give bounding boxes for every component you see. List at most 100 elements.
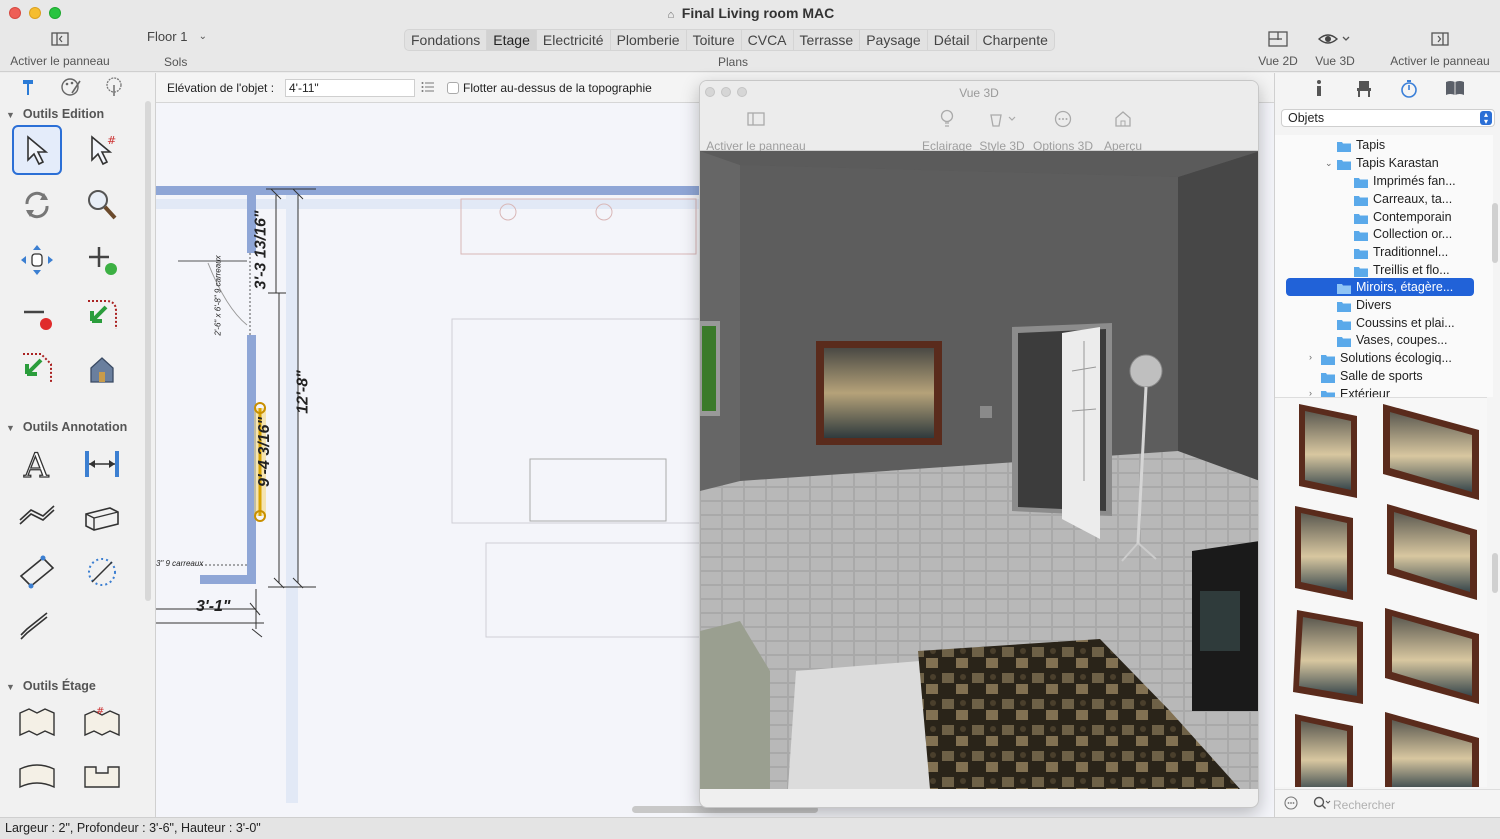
tree-item-salle-sports[interactable]: Salle de sports: [1321, 368, 1423, 385]
rectangle-tool[interactable]: [12, 547, 62, 597]
pan-tool[interactable]: [12, 235, 62, 285]
tree-item-solutions[interactable]: Solutions écologiq...: [1321, 350, 1452, 367]
tab-toiture[interactable]: Toiture: [687, 30, 742, 50]
tab-terrasse[interactable]: Terrasse: [794, 30, 861, 50]
more-options-icon[interactable]: [1284, 796, 1298, 813]
section-annotation-tools[interactable]: ▼ Outils Annotation: [6, 420, 127, 434]
floor-tool[interactable]: [12, 697, 62, 747]
thumbnail-framed-picture[interactable]: [1293, 712, 1355, 787]
book-icon[interactable]: [1445, 79, 1465, 100]
more-options-icon: [1030, 107, 1096, 131]
palette-icon[interactable]: [60, 77, 82, 100]
tab-paysage[interactable]: Paysage: [860, 30, 928, 50]
thumbnail-framed-picture[interactable]: [1383, 710, 1481, 787]
tree-item-vases[interactable]: Vases, coupes...: [1337, 332, 1448, 349]
toggle-left-panel-button[interactable]: Activer le panneau: [6, 28, 114, 68]
tree-item-contemporain[interactable]: Contemporain: [1354, 209, 1452, 226]
preview-button[interactable]: Aperçu: [1100, 107, 1146, 153]
view-2d-button[interactable]: Vue 2D: [1254, 28, 1302, 68]
rectangle-dots-icon: [19, 555, 55, 589]
box-tool[interactable]: [77, 492, 127, 542]
thumbnail-framed-picture[interactable]: [1297, 402, 1359, 500]
style-3d-button[interactable]: Style 3D: [978, 107, 1026, 153]
tree-item-divers[interactable]: Divers: [1337, 297, 1391, 314]
tab-cvca[interactable]: CVCA: [742, 30, 794, 50]
tree-item-tapis-karastan[interactable]: Tapis Karastan: [1337, 155, 1439, 172]
thumbnail-framed-picture[interactable]: [1381, 402, 1481, 500]
render-3d-scene[interactable]: [700, 151, 1259, 789]
tree-item-collection[interactable]: Collection or...: [1354, 226, 1452, 243]
list-icon[interactable]: [421, 80, 435, 97]
options-3d-button[interactable]: Options 3D: [1030, 107, 1096, 153]
search-icon[interactable]: [1313, 796, 1331, 813]
svg-text:A: A: [23, 446, 49, 482]
text-tool[interactable]: A: [12, 439, 62, 489]
tree-item-treillis[interactable]: Treillis et flo...: [1354, 262, 1450, 279]
tab-etage[interactable]: Etage: [487, 30, 537, 50]
tab-charpente[interactable]: Charpente: [977, 30, 1054, 50]
select-tool[interactable]: [12, 125, 62, 175]
tree-item-coussins[interactable]: Coussins et plai...: [1337, 315, 1455, 332]
chair-icon[interactable]: [1355, 79, 1373, 100]
thumbnail-framed-picture[interactable]: [1291, 608, 1365, 706]
tree-item-carreaux[interactable]: Carreaux, ta...: [1354, 191, 1452, 208]
chevron-right-icon[interactable]: ›: [1309, 352, 1312, 362]
select-all-tool[interactable]: #: [77, 125, 127, 175]
tab-plomberie[interactable]: Plomberie: [611, 30, 687, 50]
library-thumbnails-scrollbar[interactable]: [1492, 553, 1498, 593]
thumbnail-framed-picture[interactable]: [1291, 504, 1355, 602]
rotate-tool[interactable]: [12, 180, 62, 230]
delete-point-tool[interactable]: [12, 290, 62, 340]
section-edit-tools[interactable]: ▼ Outils Edition: [6, 107, 104, 121]
add-point-tool[interactable]: [77, 235, 127, 285]
stopwatch-icon[interactable]: [1400, 79, 1418, 102]
tree-icon[interactable]: [104, 76, 124, 100]
dim-total-label: 12'-8": [294, 370, 312, 414]
tree-item-imprimes[interactable]: Imprimés fan...: [1354, 173, 1456, 190]
tree-item-traditionnel[interactable]: Traditionnel...: [1354, 244, 1448, 261]
ellipse-tool[interactable]: [77, 547, 127, 597]
folder-icon: [1321, 371, 1335, 383]
tab-detail[interactable]: Détail: [928, 30, 977, 50]
dimension-tool[interactable]: [77, 439, 127, 489]
curved-floor-tool[interactable]: [12, 751, 62, 801]
chevron-right-icon[interactable]: ›: [1309, 388, 1312, 397]
folder-icon: [1337, 318, 1351, 330]
floor-select[interactable]: Floor 1 ⌄: [139, 29, 213, 49]
tree-item-exterieur[interactable]: Extérieur: [1321, 386, 1390, 397]
floor-all-tool[interactable]: #: [77, 697, 127, 747]
view-3d-button[interactable]: Vue 3D: [1310, 28, 1360, 68]
lighting-button[interactable]: Eclairage: [920, 107, 974, 153]
letter-a-icon: A: [22, 446, 49, 482]
float-topography-checkbox[interactable]: [447, 82, 459, 94]
building-tool[interactable]: [77, 343, 127, 393]
fillet-tool[interactable]: [77, 290, 127, 340]
library-search-input[interactable]: Rechercher: [1333, 798, 1395, 812]
tab-electricite[interactable]: Electricité: [537, 30, 611, 50]
library-category-select[interactable]: Objets ▴ ▾: [1281, 109, 1495, 127]
tree-item-label: Solutions écologiq...: [1340, 351, 1452, 365]
tree-item-label: Extérieur: [1340, 387, 1391, 397]
chevron-down-icon[interactable]: ⌄: [1325, 158, 1333, 169]
sidebar-right-icon: [1384, 28, 1496, 50]
sidebar-left-icon: [6, 28, 114, 50]
zoom-tool[interactable]: [77, 180, 127, 230]
toggle-right-panel-button[interactable]: Activer le panneau: [1384, 28, 1496, 68]
tab-fondations[interactable]: Fondations: [405, 30, 488, 50]
arrow-tool[interactable]: [12, 601, 62, 651]
view-3d-label: Vue 3D: [1315, 54, 1355, 68]
thumbnail-framed-picture[interactable]: [1385, 502, 1479, 602]
chamfer-tool[interactable]: [12, 343, 62, 393]
tree-item-miroirs-selected[interactable]: Miroirs, étagère...: [1286, 278, 1474, 296]
view-3d-panel-button[interactable]: Activer le panneau: [704, 107, 808, 153]
section-floor-tools[interactable]: ▼ Outils Étage: [6, 679, 96, 693]
thumbnail-framed-picture[interactable]: [1383, 606, 1481, 706]
hammer-icon[interactable]: [18, 77, 38, 100]
info-icon[interactable]: [1313, 79, 1325, 100]
elevation-field[interactable]: 4'-11": [285, 79, 415, 97]
library-tree-scrollbar[interactable]: [1492, 203, 1498, 263]
line-tool[interactable]: [12, 492, 62, 542]
tree-item-tapis[interactable]: Tapis: [1337, 137, 1385, 154]
tool-panel-scrollbar[interactable]: [145, 101, 151, 601]
floor-segment-tool[interactable]: [77, 751, 127, 801]
